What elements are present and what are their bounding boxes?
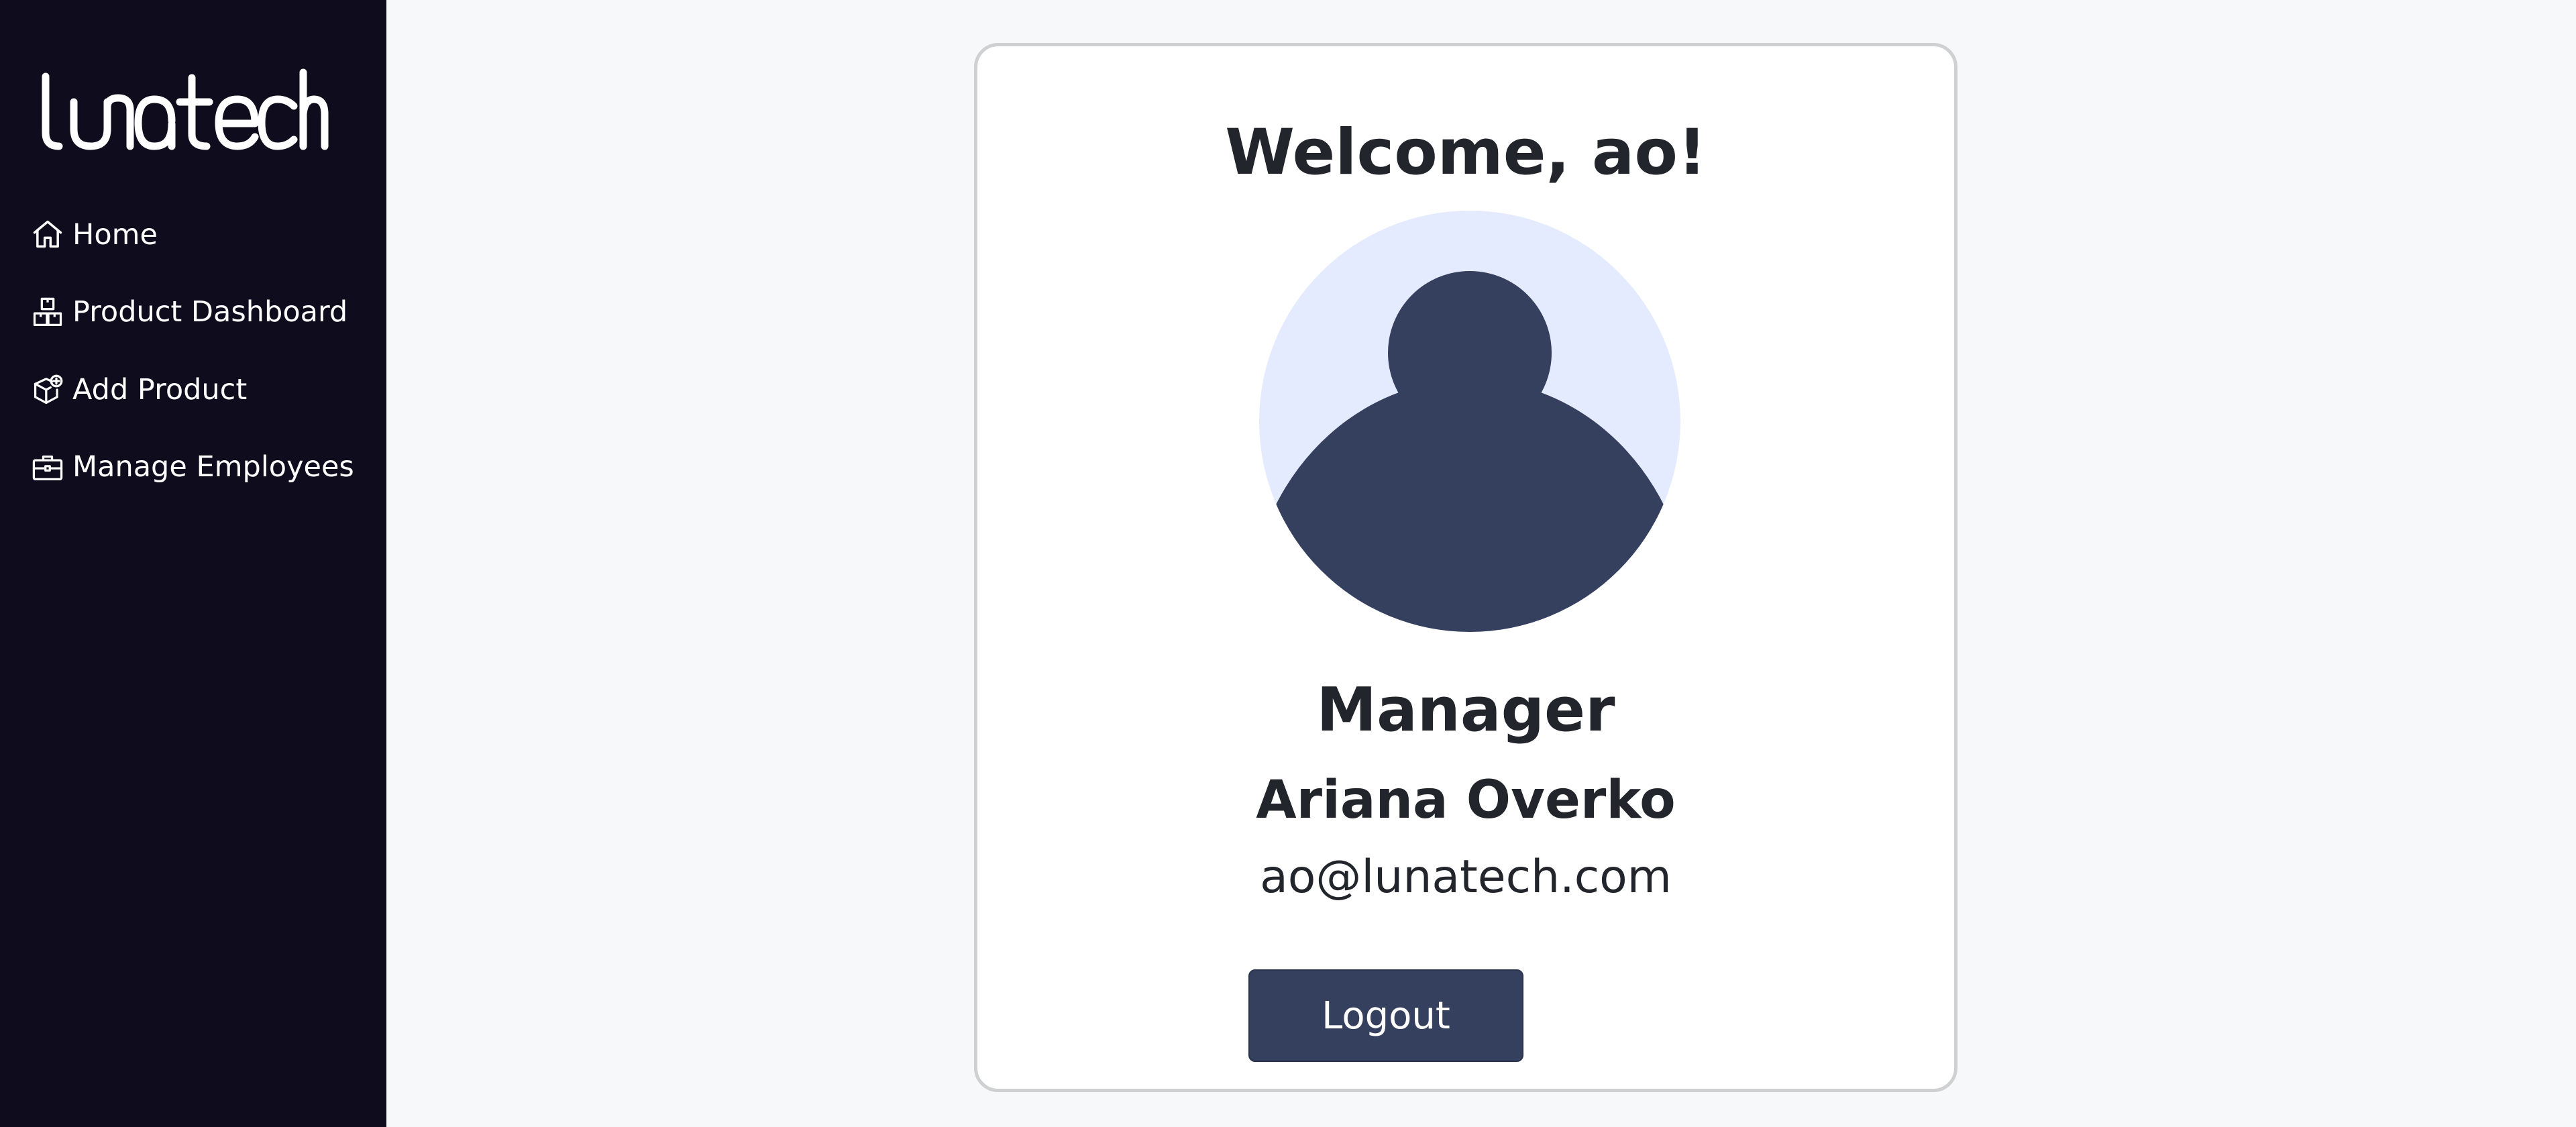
sidebar-item-manage-employees[interactable]: Manage Employees: [30, 444, 354, 491]
sidebar-item-add-product[interactable]: Add Product: [30, 366, 354, 413]
sidebar-item-product-dashboard[interactable]: Product Dashboard: [30, 289, 354, 336]
profile-card: Welcome, ao! Manager Ariana Overko ao@lu…: [974, 43, 1957, 1092]
sidebar-item-label: Home: [72, 217, 158, 252]
welcome-heading: Welcome, ao!: [1225, 116, 1707, 189]
user-email: ao@lunatech.com: [1260, 851, 1672, 904]
boxes-icon: [30, 294, 66, 331]
user-full-name: Ariana Overko: [1256, 770, 1676, 830]
sidebar-item-label: Manage Employees: [72, 450, 354, 484]
sidebar: Home Product Dashboard Add Product Manag…: [0, 0, 386, 1127]
sidebar-item-label: Product Dashboard: [72, 295, 348, 329]
user-avatar-icon: [1259, 211, 1680, 632]
main-content: Welcome, ao! Manager Ariana Overko ao@lu…: [386, 0, 2576, 1127]
logout-button[interactable]: Logout: [1248, 969, 1523, 1062]
avatar: [1259, 211, 1680, 632]
role-title: Manager: [1316, 675, 1615, 745]
box-add-icon: [30, 372, 66, 408]
sidebar-item-label: Add Product: [72, 372, 248, 407]
home-icon: [30, 217, 66, 253]
sidebar-item-home[interactable]: Home: [30, 211, 354, 258]
lunatech-logo[interactable]: [40, 67, 329, 154]
sidebar-nav: Home Product Dashboard Add Product Manag…: [30, 211, 354, 521]
briefcase-icon: [30, 449, 66, 486]
